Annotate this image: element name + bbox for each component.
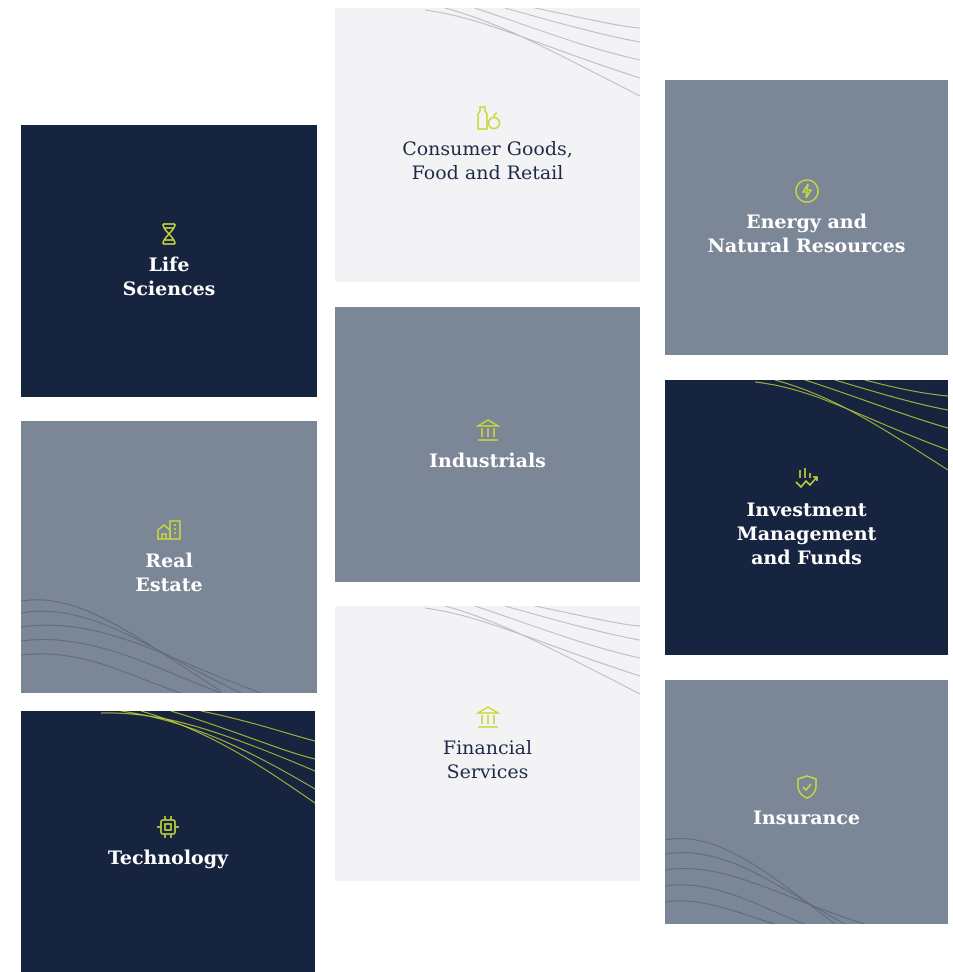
wave-decoration	[425, 606, 640, 695]
wave-decoration	[101, 711, 315, 804]
tile-label: Life Sciences	[122, 254, 216, 300]
wave-decoration	[425, 8, 640, 97]
tile-label: Consumer Goods, Food and Retail	[402, 138, 573, 184]
tile-technology[interactable]: Technology	[21, 711, 315, 972]
tile-label: Technology	[107, 846, 229, 869]
wave-decoration	[665, 838, 865, 924]
bank-icon	[474, 704, 501, 730]
buildings-icon	[156, 517, 182, 543]
dna-icon	[156, 221, 182, 247]
tile-financial-services[interactable]: Financial Services	[335, 606, 640, 881]
tile-investment[interactable]: Investment Management and Funds	[665, 380, 948, 655]
wave-decoration	[755, 380, 948, 471]
tile-label: Energy and Natural Resources	[707, 210, 906, 257]
tile-consumer-goods[interactable]: Consumer Goods, Food and Retail	[335, 8, 640, 282]
tile-insurance[interactable]: Insurance	[665, 680, 948, 924]
wave-decoration	[21, 599, 262, 693]
tile-real-estate[interactable]: Real Estate	[21, 421, 317, 693]
tile-label: Real Estate	[135, 550, 203, 596]
chip-icon	[155, 814, 181, 840]
tile-label: Financial Services	[442, 736, 533, 783]
tile-label: Investment Management and Funds	[736, 498, 877, 569]
tile-energy[interactable]: Energy and Natural Resources	[665, 80, 948, 355]
lightning-circle-icon	[794, 178, 820, 204]
tile-life-sciences[interactable]: Life Sciences	[21, 125, 317, 397]
bottle-apple-icon	[475, 105, 501, 131]
shield-check-icon	[794, 774, 820, 800]
building-columns-icon	[474, 417, 501, 443]
tile-label: Industrials	[429, 449, 546, 472]
tile-industrials[interactable]: Industrials	[335, 307, 640, 582]
chart-arrow-icon	[794, 466, 820, 492]
tile-label: Insurance	[752, 807, 860, 829]
